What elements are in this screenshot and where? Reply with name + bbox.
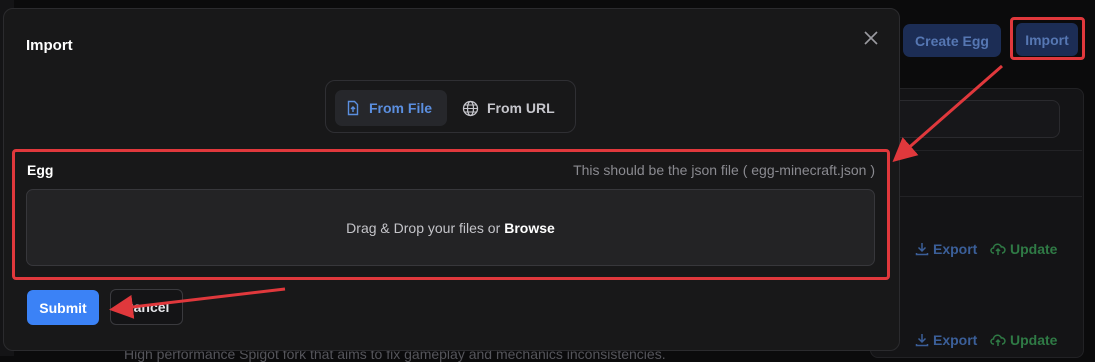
update-label: Update [1010, 332, 1058, 348]
tab-from-url[interactable]: From URL [452, 90, 570, 126]
globe-icon [462, 100, 479, 116]
egg-field-highlight-box [12, 149, 890, 280]
export-label: Export [933, 241, 978, 257]
import-source-tabs: From File From URL [325, 80, 576, 133]
export-link[interactable]: Export [915, 332, 977, 348]
update-label: Update [1010, 241, 1058, 257]
download-icon [915, 334, 929, 347]
divider [870, 196, 1082, 197]
eggs-search-input[interactable] [890, 100, 1060, 138]
import-modal: Import From File From URL Egg This shoul… [3, 8, 900, 351]
file-upload-icon [347, 100, 359, 116]
cancel-button[interactable]: Cancel [110, 289, 183, 325]
create-egg-button[interactable]: Create Egg [903, 24, 1001, 57]
tab-from-file[interactable]: From File [335, 90, 447, 126]
update-link[interactable]: Update [990, 332, 1057, 348]
cloud-upload-icon [990, 243, 1006, 255]
modal-title: Import [26, 37, 73, 54]
tab-label: From File [369, 100, 433, 116]
export-label: Export [933, 332, 978, 348]
submit-button[interactable]: Submit [27, 290, 99, 325]
import-highlight-box [1010, 17, 1085, 60]
export-link[interactable]: Export [915, 241, 977, 257]
divider [870, 150, 1082, 151]
update-link[interactable]: Update [990, 241, 1057, 257]
download-icon [915, 243, 929, 256]
close-icon[interactable] [862, 29, 880, 47]
tab-label: From URL [487, 100, 555, 116]
cloud-upload-icon [990, 334, 1006, 346]
